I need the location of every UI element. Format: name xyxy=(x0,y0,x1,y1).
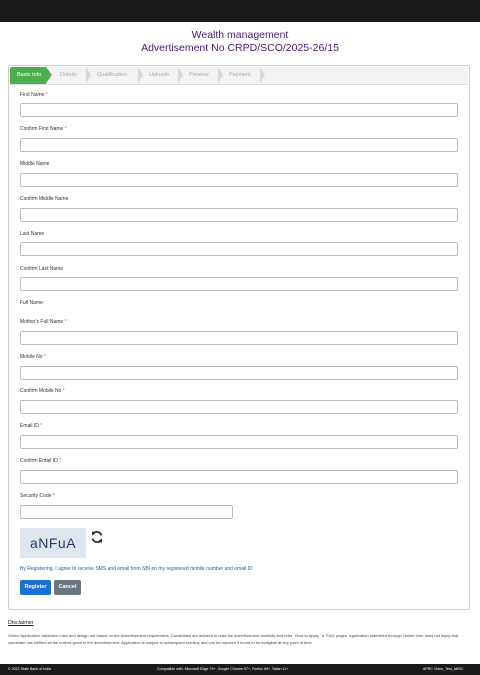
confirm-first-name-input[interactable] xyxy=(20,138,458,152)
footer-version: APRC Video_Test_ABSC xyxy=(423,667,464,671)
refresh-icon[interactable] xyxy=(90,530,104,544)
confirm-last-name-label: Confirm Last Name xyxy=(20,266,64,272)
step-arrow xyxy=(46,67,52,83)
step-qualification[interactable]: Qualification xyxy=(97,67,127,84)
mothers-name-input[interactable] xyxy=(20,331,458,345)
confirm-first-name-label: Confirm First Name * xyxy=(20,126,67,132)
step-arrow xyxy=(178,67,183,83)
footer-compat: Compatible with: Microsoft Edge 79+, Goo… xyxy=(157,667,289,671)
step-arrow xyxy=(260,67,265,83)
security-code-label: Security Code * xyxy=(20,493,55,499)
step-preview[interactable]: Preview xyxy=(189,67,209,84)
top-bar xyxy=(0,0,480,22)
title-line-2: Advertisement No CRPD/SCO/2025-26/15 xyxy=(141,42,339,54)
footer-copyright: © 2022 State Bank of India xyxy=(8,667,52,671)
cancel-button[interactable]: Cancel xyxy=(54,580,81,595)
step-arrow xyxy=(138,67,143,83)
step-wizard: Basic Info Details Qualification Uploads… xyxy=(10,67,468,85)
confirm-email-id-label: Confirm Email ID * xyxy=(20,458,62,464)
page-title: Wealth management Advertisement No CRPD/… xyxy=(0,29,480,55)
step-basic-info[interactable]: Basic Info xyxy=(10,67,46,84)
mobile-no-label: Mobile No * xyxy=(20,354,46,360)
step-uploads[interactable]: Uploads xyxy=(149,67,169,84)
email-id-input[interactable] xyxy=(20,435,458,449)
step-details[interactable]: Details xyxy=(60,67,77,84)
disclaimer-heading: Disclaimer xyxy=(8,620,34,626)
last-name-input[interactable] xyxy=(20,242,458,256)
mobile-no-input[interactable] xyxy=(20,366,458,380)
confirm-mobile-no-label: Confirm Mobile No * xyxy=(20,388,65,394)
middle-name-label: Middle Name xyxy=(20,161,50,167)
confirm-middle-name-input[interactable] xyxy=(20,208,458,222)
security-code-input[interactable] xyxy=(20,505,233,519)
middle-name-input[interactable] xyxy=(20,173,458,187)
confirm-mobile-no-input[interactable] xyxy=(20,400,458,414)
full-name-label: Full Name: xyxy=(20,300,45,306)
title-line-1: Wealth management xyxy=(191,29,289,41)
disclaimer-text: Online Application validation rules and … xyxy=(8,633,459,645)
confirm-email-id-input[interactable] xyxy=(20,470,458,484)
application-card: Basic Info Details Qualification Uploads… xyxy=(8,65,470,610)
step-payment[interactable]: Payment xyxy=(229,67,251,84)
first-name-input[interactable] xyxy=(20,103,458,117)
step-arrow xyxy=(218,67,223,83)
consent-text: By Registering, I agree to receive SMS a… xyxy=(20,566,253,572)
email-id-label: Email ID * xyxy=(20,423,43,429)
confirm-middle-name-label: Confirm Middle Name xyxy=(20,196,69,202)
register-button[interactable]: Register xyxy=(20,580,51,595)
step-arrow xyxy=(86,67,91,83)
captcha-image: aNFuA xyxy=(20,528,86,558)
last-name-label: Last Name xyxy=(20,231,45,237)
mothers-name-label: Mother's Full Name * xyxy=(20,319,67,325)
confirm-last-name-input[interactable] xyxy=(20,277,458,291)
first-name-label: First Name * xyxy=(20,92,48,98)
footer: © 2022 State Bank of India Compatible wi… xyxy=(0,664,480,675)
